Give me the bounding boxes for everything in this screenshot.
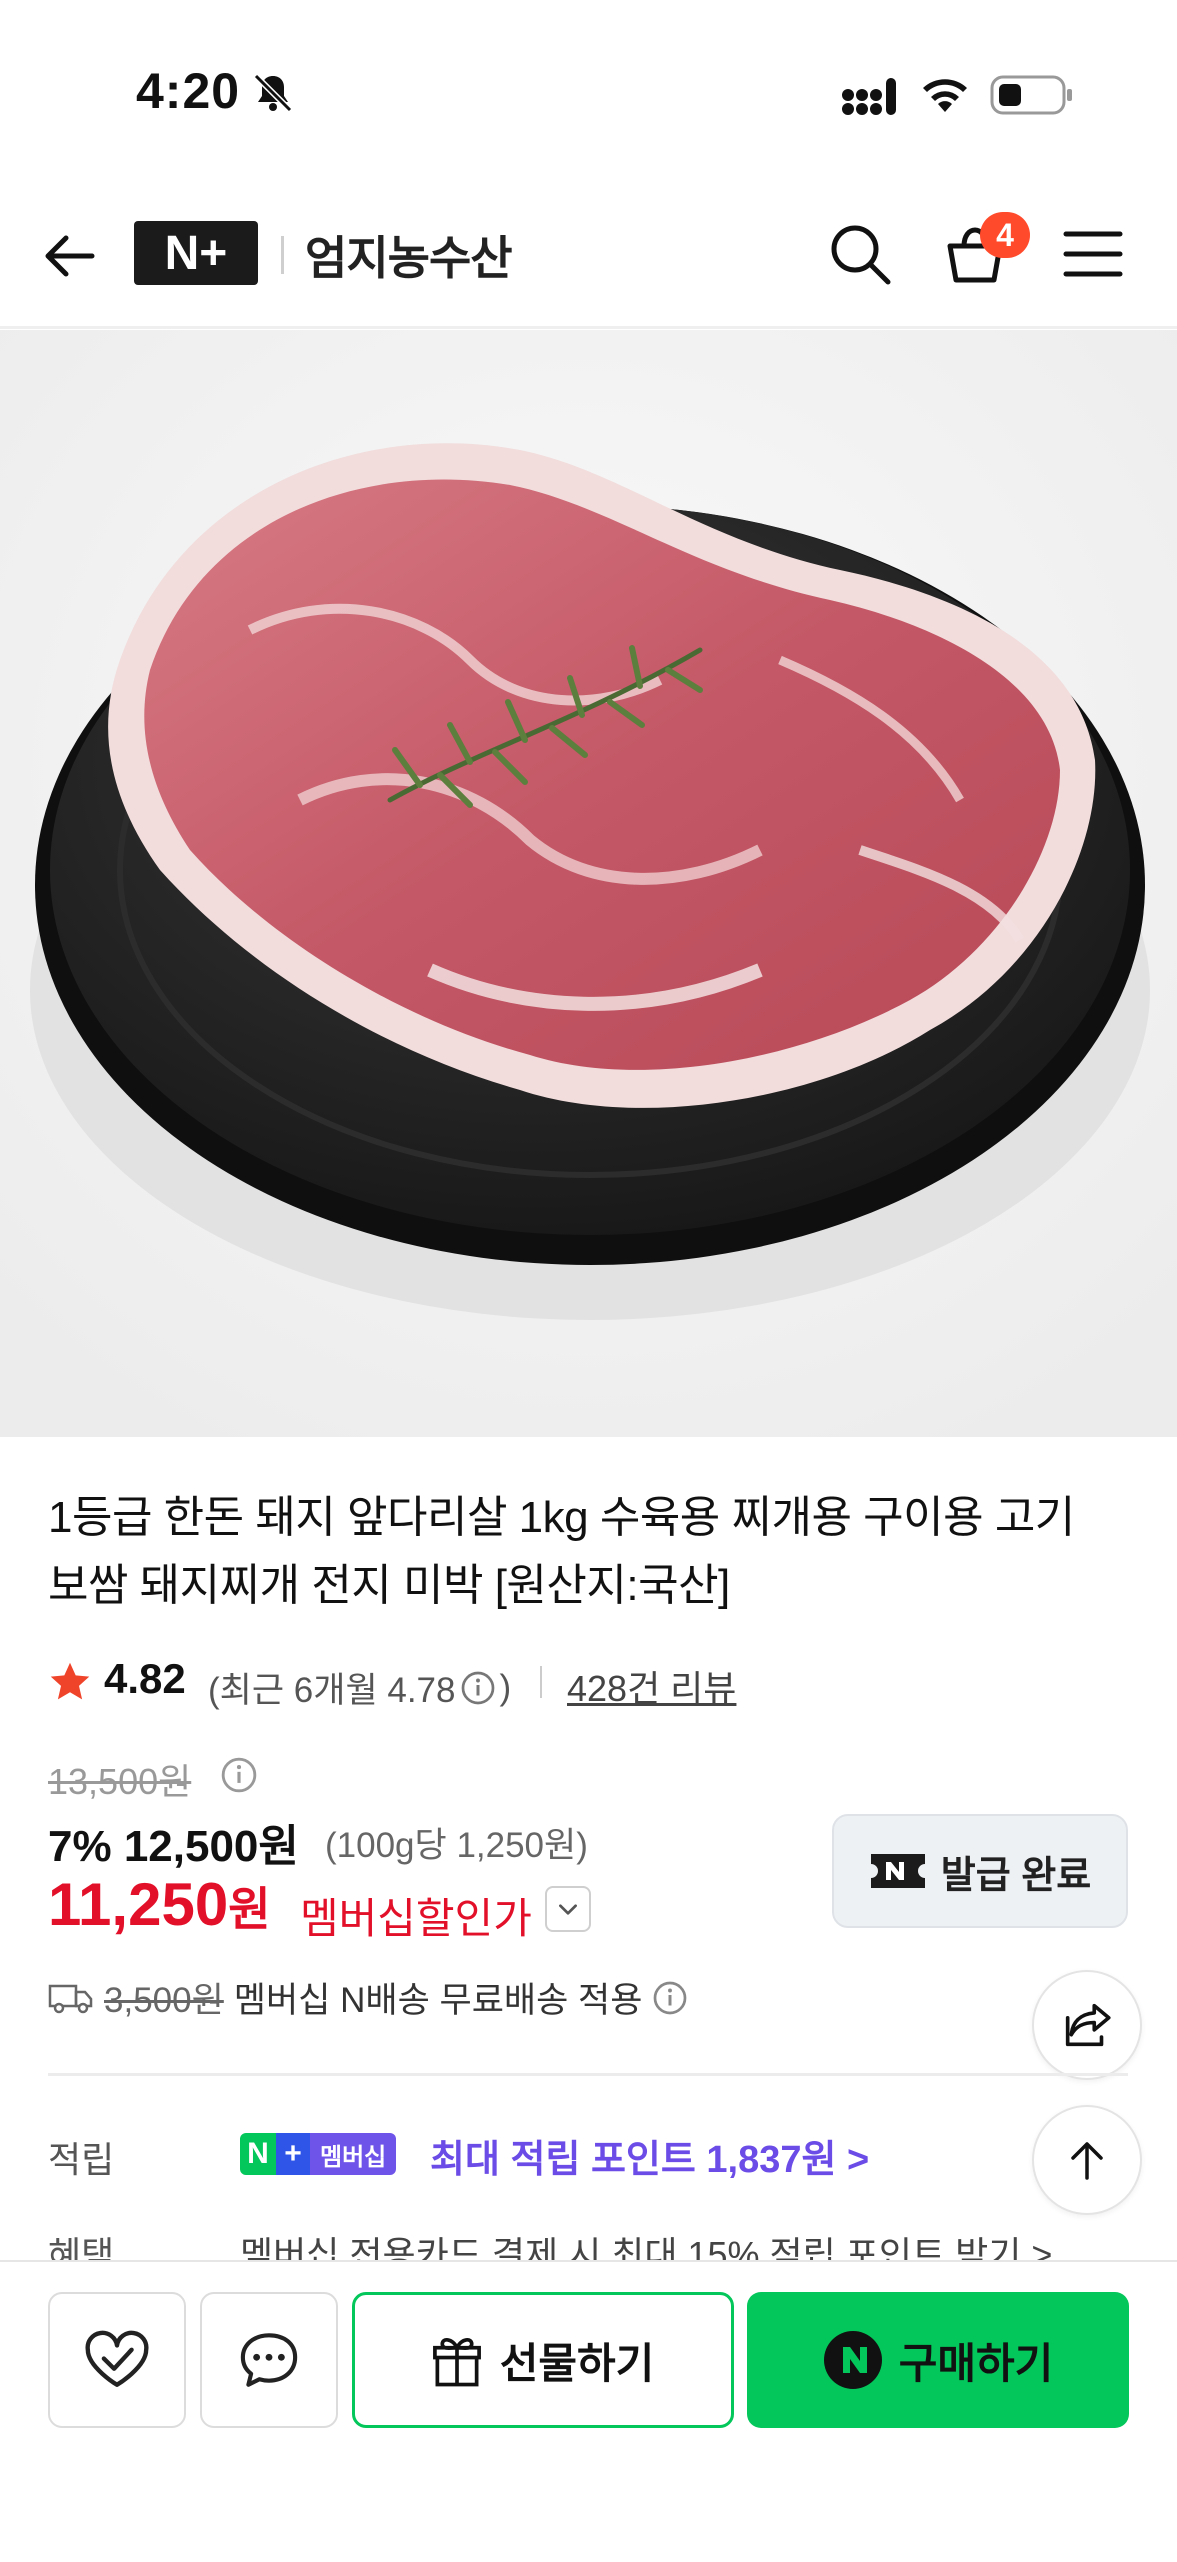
product-title: 1등급 한돈 돼지 앞다리살 1kg 수육용 찌개용 구이용 고기 보쌈 돼지찌…	[48, 1484, 1138, 1620]
shipping-text: 멤버십 N배송 무료배송 적용	[233, 1981, 643, 2020]
pork-on-plate-illustration	[0, 330, 1177, 1437]
buy-label: 구매하기	[898, 2339, 1054, 2387]
chat-bubble-icon	[240, 2333, 298, 2387]
recent-rating: (최근 6개월 4.78 )	[208, 1662, 511, 1713]
star-icon	[50, 1662, 90, 1700]
membership-tag-n: N	[240, 2133, 276, 2175]
store-name[interactable]: 엄지농수산	[305, 222, 513, 288]
scroll-top-button[interactable]	[1032, 2105, 1142, 2215]
shipping-info-icon[interactable]	[652, 1980, 688, 2016]
max-points-link[interactable]: 최대 적립 포인트 1,837원 >	[430, 2128, 869, 2183]
recent-rating-close: )	[499, 1667, 512, 1707]
recent-rating-text: (최근 6개월 4.78	[208, 1671, 456, 1710]
header-divider	[0, 326, 1177, 329]
gift-label: 선물하기	[499, 2339, 655, 2387]
status-time: 4:20	[136, 63, 241, 119]
share-icon	[1065, 2003, 1111, 2047]
info-icon[interactable]	[460, 1670, 496, 1706]
discount-rate: 7%	[48, 1822, 112, 1871]
naver-plus-logo: N+	[134, 221, 258, 285]
naver-pay-icon	[823, 2331, 882, 2389]
back-arrow-icon[interactable]	[40, 226, 100, 286]
shipping-info: 3,500원 멤버십 N배송 무료배송 적용	[48, 1972, 688, 2023]
header-separator	[281, 236, 284, 274]
member-price-number: 11,250	[48, 1871, 229, 1938]
inquiry-button[interactable]	[200, 2292, 338, 2428]
member-price-label: 멤버십할인가	[300, 1895, 532, 1942]
wishlist-button[interactable]	[48, 2292, 186, 2428]
naver-coupon-icon	[870, 1854, 925, 1888]
membership-tag-text: 멤버십	[310, 2133, 397, 2175]
sale-price: 12,500원	[123, 1822, 299, 1871]
share-button[interactable]	[1032, 1970, 1142, 2080]
menu-icon[interactable]	[1062, 226, 1124, 282]
product-title-line2: 보쌈 돼지찌개 전지 미박 [원산지:국산]	[48, 1561, 730, 1610]
coupon-issued-button[interactable]: 발급 완료	[832, 1814, 1128, 1928]
membership-tag-plus: +	[276, 2133, 310, 2175]
battery-icon	[990, 75, 1072, 115]
gift-icon	[432, 2338, 481, 2387]
price-expand-button[interactable]	[545, 1886, 591, 1932]
arrow-up-icon	[1071, 2142, 1103, 2180]
wifi-icon	[923, 79, 967, 112]
member-price-unit: 원	[228, 1883, 271, 1935]
buy-button[interactable]: 구매하기	[747, 2292, 1129, 2428]
search-icon[interactable]	[826, 220, 896, 290]
discount-price-line: 7% 12,500원	[48, 1810, 299, 1874]
product-image[interactable]	[0, 330, 1177, 1437]
shipping-original-fee: 3,500원	[104, 1981, 224, 2020]
naver-plus-membership-tag: N + 멤버십	[240, 2133, 397, 2175]
review-count-link[interactable]: 428건 리뷰	[567, 1660, 736, 1712]
original-price: 13,500원	[48, 1761, 192, 1802]
coupon-label: 발급 완료	[940, 1854, 1092, 1897]
price-info-icon[interactable]	[220, 1756, 258, 1794]
gift-button[interactable]: 선물하기	[352, 2292, 734, 2428]
member-price: 11,250원	[48, 1870, 271, 1939]
signal-icon	[842, 78, 896, 115]
rating-separator	[540, 1666, 542, 1698]
section-divider	[48, 2073, 1128, 2076]
product-title-line1: 1등급 한돈 돼지 앞다리살 1kg 수육용 찌개용 구이용 고기	[48, 1493, 1075, 1542]
chevron-down-icon	[559, 1904, 577, 1915]
heart-check-icon	[85, 2330, 149, 2387]
unit-price: (100g당 1,250원)	[325, 1826, 588, 1865]
points-label: 적립	[48, 2139, 115, 2180]
cart-count-badge: 4	[980, 212, 1030, 258]
delivery-truck-icon	[48, 1984, 93, 2013]
rating-value: 4.82	[104, 1655, 186, 1702]
bell-slash-icon	[253, 73, 293, 113]
